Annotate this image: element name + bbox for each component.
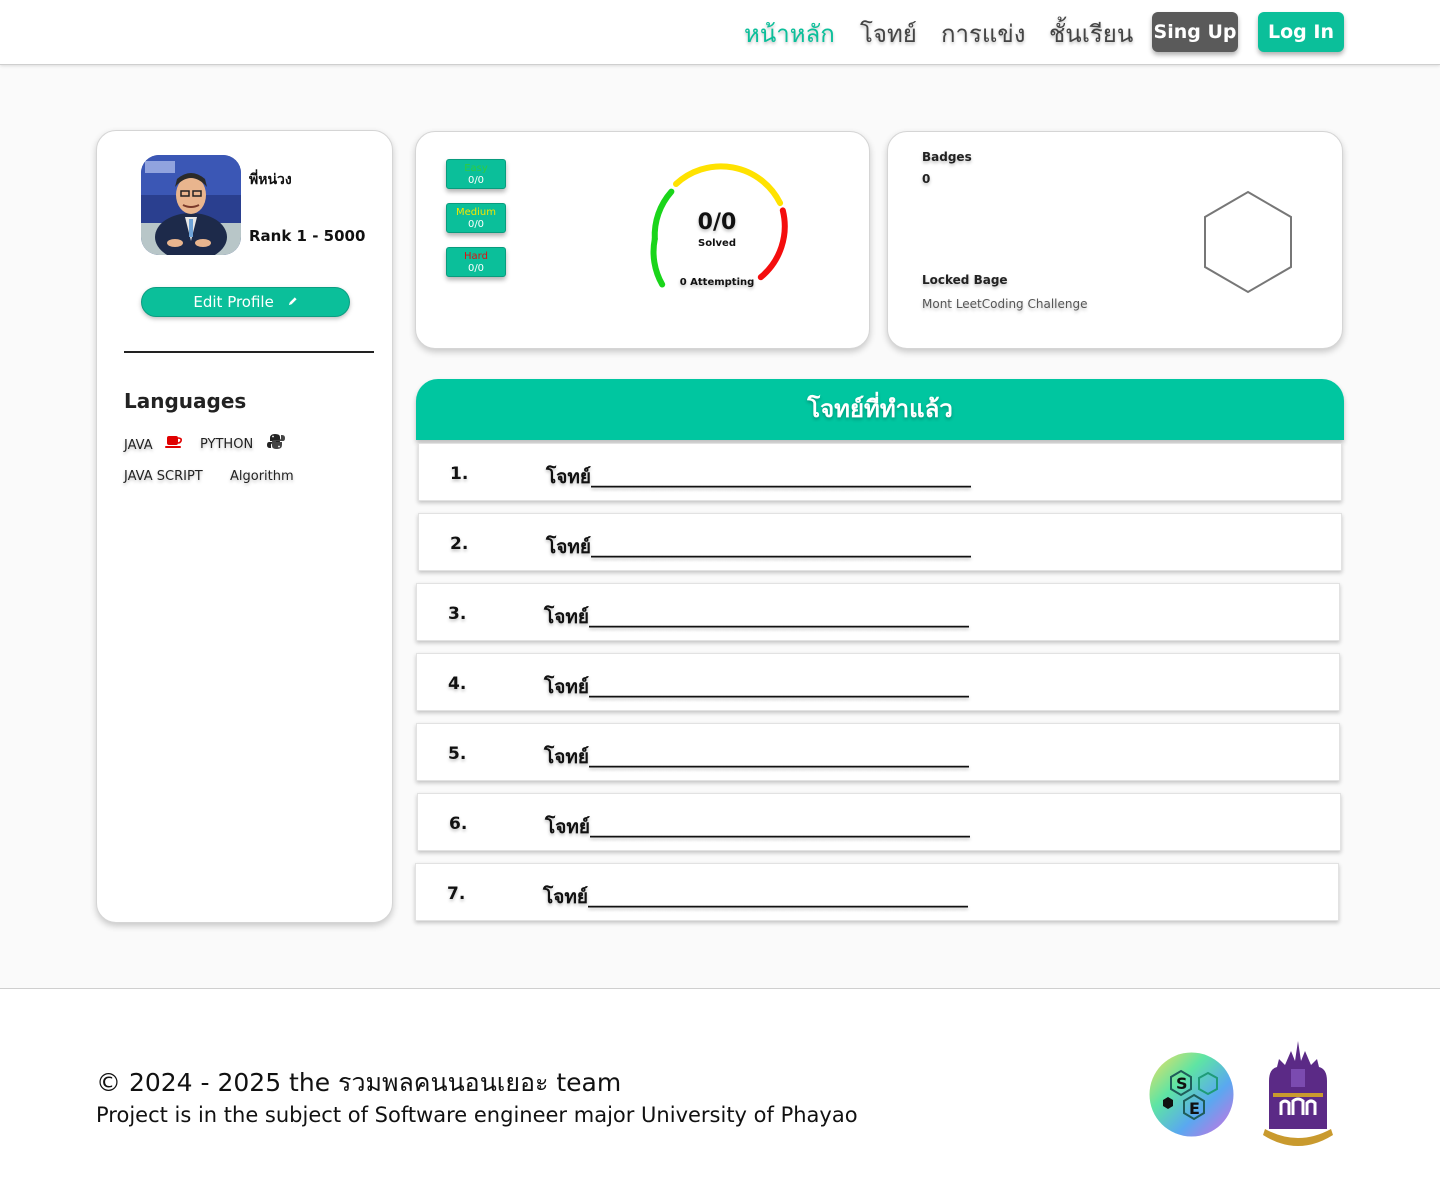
problem-row-1[interactable]: 1. โจทย์________________________________… [418,443,1342,501]
badges-title: Badges [922,150,972,164]
gauge-medium-arc [673,163,784,207]
footer: © 2024 - 2025 the รวมพลคนนอนเยอะ team Pr… [0,988,1440,1201]
nav-classroom-link[interactable]: ชั้นเรียน [1049,14,1133,53]
copyright-text: © 2024 - 2025 the รวมพลคนนอนเยอะ team [96,1068,622,1097]
problem-title: โจทย์___________________________________… [544,606,969,628]
solved-problems-header: โจทย์ที่ทำแล้ว [416,379,1344,440]
problem-number: 1. [450,464,469,484]
attempting-label: 0 Attempting [679,277,755,288]
edit-profile-button[interactable]: Edit Profile [141,287,350,317]
language-algorithm: Algorithm [230,469,294,484]
language-javascript: JAVA SCRIPT [124,469,203,484]
locked-badge-name: Mont LeetCoding Challenge [922,297,1088,311]
nav-contests-link[interactable]: การแข่ง [941,14,1026,53]
login-button[interactable]: Log In [1258,12,1344,52]
se-logo: S E [1149,1052,1234,1137]
language-java: JAVA [124,438,153,453]
hard-value: 0/0 [467,263,485,274]
language-python: PYTHON [200,437,254,452]
stats-card: Easy 0/0 Medium 0/0 Hard 0/0 0/0 Solved … [415,131,870,349]
problem-row-4[interactable]: 4. โจทย์________________________________… [416,653,1340,711]
pencil-icon [287,288,298,316]
problem-number: 5. [448,744,467,764]
signup-button[interactable]: Sing Up [1152,12,1238,52]
hexagon-badge-icon [1204,190,1292,294]
edit-profile-label: Edit Profile [193,293,274,311]
medium-value: 0/0 [467,219,485,230]
badges-count: 0 [922,172,931,186]
hard-label: Hard [464,251,488,262]
username: พี่หน่วง [249,172,292,188]
problem-row-3[interactable]: 3. โจทย์________________________________… [416,583,1340,641]
problem-row-7[interactable]: 7. โจทย์________________________________… [415,863,1339,921]
problem-title: โจทย์___________________________________… [546,536,971,558]
problem-number: 3. [448,604,467,624]
solved-count: 0/0 [697,210,737,235]
top-navbar: หน้าหลัก โจทย์ การแข่ง ชั้นเรียน Sing Up… [0,0,1440,65]
problem-title: โจทย์___________________________________… [545,816,970,838]
hard-pill: Hard 0/0 [446,247,506,277]
problem-number: 6. [449,814,468,834]
solved-label: Solved [698,238,736,249]
problem-number: 7. [447,884,466,904]
problem-row-2[interactable]: 2. โจทย์________________________________… [418,513,1342,571]
medium-pill: Medium 0/0 [446,203,506,233]
languages-title: Languages [124,389,247,413]
nav-problems-link[interactable]: โจทย์ [860,14,917,53]
problem-row-5[interactable]: 5. โจทย์________________________________… [416,723,1340,781]
profile-divider [124,351,374,353]
medium-label: Medium [456,207,496,218]
easy-label: Easy [464,163,488,174]
rank-text: Rank 1 - 5000 [249,227,366,245]
nav-home-link[interactable]: หน้าหลัก [744,14,835,53]
python-icon [267,433,285,454]
university-of-phayao-logo [1263,1041,1333,1146]
locked-badge-title: Locked Bage [922,273,1008,287]
easy-value: 0/0 [467,175,485,186]
project-text: Project is in the subject of Software en… [96,1103,858,1127]
se-logo-letter-e: E [1189,1099,1200,1118]
problem-number: 4. [448,674,467,694]
problem-number: 2. [450,534,469,554]
easy-pill: Easy 0/0 [446,159,506,189]
problem-title: โจทย์___________________________________… [544,746,969,768]
problem-title: โจทย์___________________________________… [543,886,968,908]
coffee-cup-icon [165,434,183,454]
problem-title: โจทย์___________________________________… [546,466,971,488]
problem-row-6[interactable]: 6. โจทย์________________________________… [417,793,1341,851]
avatar [141,155,241,255]
se-logo-letter-s: S [1176,1074,1188,1093]
problem-title: โจทย์___________________________________… [544,676,969,698]
profile-card: พี่หน่วง Rank 1 - 5000 Edit Profile Lang… [96,130,393,923]
badges-card: Badges 0 Locked Bage Mont LeetCoding Cha… [887,131,1343,349]
